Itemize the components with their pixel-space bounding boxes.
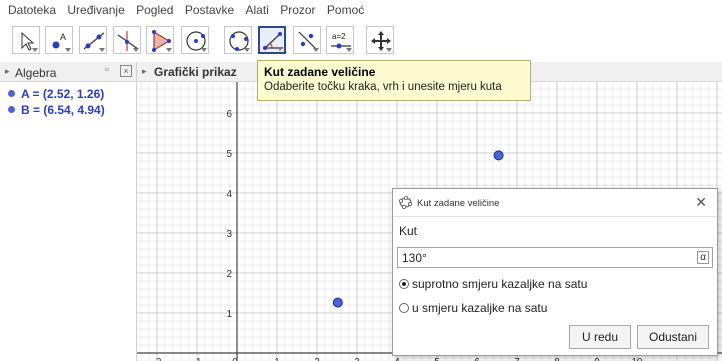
collapse-arrow-icon[interactable]: ▸: [5, 66, 10, 77]
chevron-down-icon: [386, 48, 392, 52]
menu-file[interactable]: Datoteka: [0, 0, 59, 17]
x-tick-label: 1: [274, 357, 280, 361]
x-tick-label: 10: [631, 357, 643, 361]
chevron-down-icon: [346, 48, 352, 52]
point-visibility-icon[interactable]: [8, 90, 15, 97]
angle-tool-button[interactable]: [258, 26, 286, 54]
menu-options[interactable]: Postavke: [180, 0, 237, 17]
radio-selected-icon[interactable]: [399, 279, 409, 289]
y-tick-label: 1: [226, 309, 232, 320]
geogebra-logo-icon: [399, 196, 412, 209]
chevron-down-icon: [166, 48, 172, 52]
y-tick-label: 3: [226, 229, 232, 240]
dialog-title: Kut zadane veličine: [417, 198, 500, 209]
x-tick-label: 7: [514, 357, 520, 361]
close-icon[interactable]: ✕: [695, 194, 707, 211]
algebra-item-b[interactable]: B = (6.54, 4.94): [8, 103, 105, 117]
x-tick-label: -1: [193, 357, 202, 361]
move-tool-button[interactable]: [12, 26, 40, 54]
x-tick-label: 3: [354, 357, 360, 361]
symbol-picker-button[interactable]: α: [697, 251, 709, 264]
x-tick-label: 2: [314, 357, 320, 361]
tool-tooltip: Kut zadane veličine Odaberite točku krak…: [257, 60, 531, 101]
x-tick-label: 0: [232, 357, 238, 361]
tooltip-title: Kut zadane veličine: [264, 65, 376, 79]
slider-tool-button[interactable]: a=2: [326, 26, 354, 54]
graphics-title: Grafički prikaz: [154, 65, 237, 79]
point-visibility-icon[interactable]: [8, 106, 15, 113]
y-tick-label: 6: [226, 109, 232, 120]
radio-unselected-icon[interactable]: [399, 303, 409, 313]
algebra-item-a[interactable]: A = (2.52, 1.26): [8, 87, 104, 101]
menu-tools[interactable]: Alati: [241, 0, 272, 17]
dialog-title-bar[interactable]: Kut zadane veličine ✕: [393, 189, 717, 217]
algebra-view: A = (2.52, 1.26) B = (6.54, 4.94): [0, 82, 137, 361]
svg-text:a=2: a=2: [332, 32, 346, 41]
menu-edit[interactable]: Uređivanje: [62, 0, 127, 17]
y-tick-label: 2: [226, 269, 232, 280]
x-tick-label: 4: [394, 357, 400, 361]
menu-bar: Datoteka Uređivanje Pogled Postavke Alat…: [0, 0, 722, 20]
perpendicular-tool-button[interactable]: [113, 26, 141, 54]
chevron-down-icon: [313, 48, 319, 52]
chevron-down-icon: [201, 48, 207, 52]
chevron-down-icon: [32, 48, 38, 52]
y-tick-label: 5: [226, 149, 232, 160]
menu-view[interactable]: Pogled: [131, 0, 176, 17]
chevron-down-icon: [244, 48, 250, 52]
angle-input[interactable]: 130° α: [397, 247, 713, 268]
line-tool-button[interactable]: [79, 26, 107, 54]
y-tick-label: 4: [226, 189, 232, 200]
point-b[interactable]: [493, 150, 504, 161]
cancel-button[interactable]: Odustani: [637, 325, 709, 349]
circle-three-points-tool-button[interactable]: [224, 26, 252, 54]
menu-window[interactable]: Prozor: [275, 0, 318, 17]
x-tick-label: 5: [434, 357, 440, 361]
angle-dialog: Kut zadane veličine ✕ Kut 130° α suprotn…: [392, 188, 718, 356]
restore-window-icon[interactable]: ▫: [105, 64, 109, 76]
close-panel-icon[interactable]: ×: [120, 65, 132, 77]
angle-icon: [263, 32, 283, 50]
svg-text:A: A: [60, 32, 66, 42]
menu-help[interactable]: Pomoć: [322, 0, 367, 17]
polygon-tool-button[interactable]: [146, 26, 174, 54]
tooltip-text: Odaberite točku kraka, vrh i unesite mje…: [264, 81, 502, 93]
point-tool-button[interactable]: A: [45, 26, 73, 54]
x-tick-label: 9: [594, 357, 600, 361]
chevron-down-icon: [133, 48, 139, 52]
x-tick-label: -2: [153, 357, 162, 361]
algebra-item-label: A = (2.52, 1.26): [21, 87, 105, 101]
ok-button[interactable]: U redu: [569, 325, 631, 349]
radio-counterclockwise[interactable]: suprotno smjeru kazaljke na satu: [399, 277, 587, 291]
radio-cw-label: u smjeru kazaljke na satu: [412, 301, 548, 315]
x-tick-label: 8: [554, 357, 560, 361]
chevron-down-icon: [65, 48, 71, 52]
circle-tool-button[interactable]: [181, 26, 209, 54]
angle-label: Kut: [399, 224, 418, 238]
algebra-header: ▸ Algebra ▫ ×: [0, 62, 137, 82]
move-graphics-tool-button[interactable]: [366, 26, 394, 54]
point-a[interactable]: [332, 297, 343, 308]
algebra-title: Algebra: [15, 66, 57, 80]
x-tick-label: 6: [474, 357, 480, 361]
reflect-tool-button[interactable]: [293, 26, 321, 54]
toolbar: A a=2: [0, 20, 722, 62]
algebra-item-label: B = (6.54, 4.94): [21, 103, 105, 117]
collapse-arrow-icon[interactable]: ▸: [142, 66, 147, 77]
chevron-down-icon: [99, 48, 105, 52]
radio-clockwise[interactable]: u smjeru kazaljke na satu: [399, 301, 547, 315]
chevron-down-icon: [277, 47, 283, 51]
angle-input-value: 130°: [402, 251, 427, 265]
radio-ccw-label: suprotno smjeru kazaljke na satu: [412, 277, 588, 291]
